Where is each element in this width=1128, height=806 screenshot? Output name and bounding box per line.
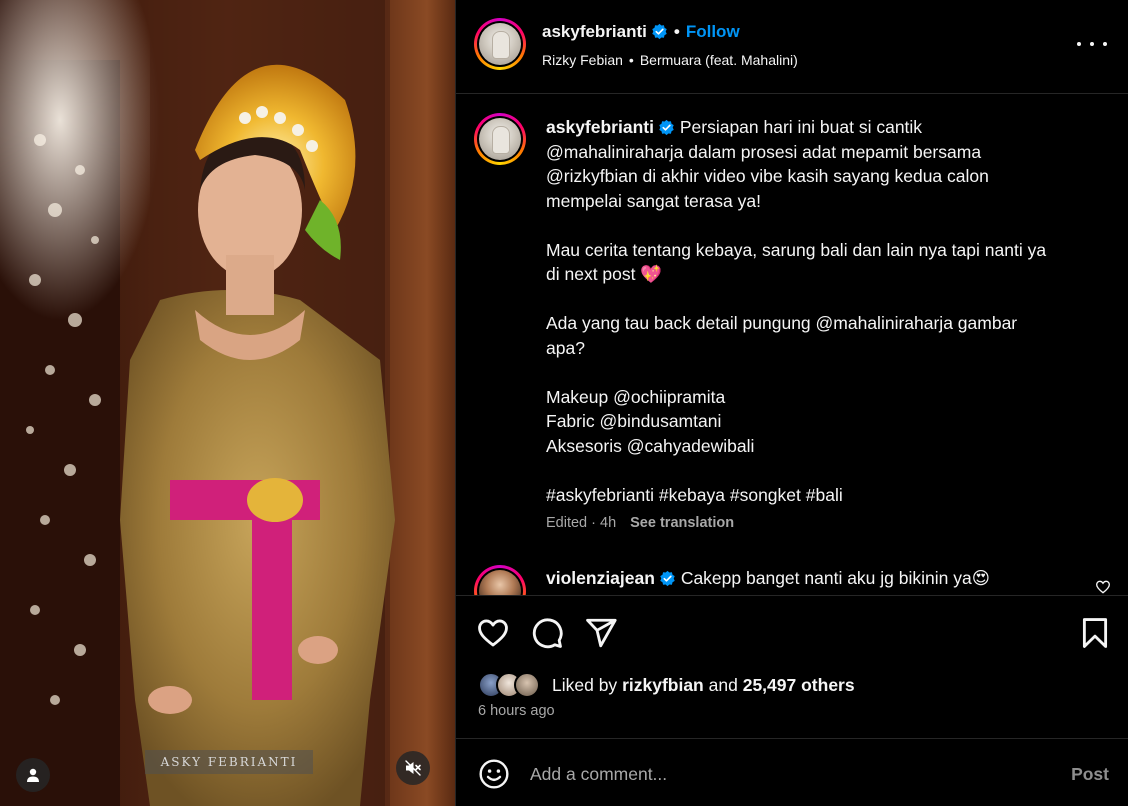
caption-credit-makeup: Makeup @ochiipramita bbox=[546, 386, 726, 407]
post-media[interactable]: ASKY FEBRIANTI bbox=[0, 0, 455, 806]
likes-count[interactable]: 25,497 others bbox=[743, 675, 855, 695]
liked-by-user[interactable]: rizkyfbian bbox=[622, 675, 704, 695]
liked-by-text: Liked by rizkyfbian and 25,497 others bbox=[552, 675, 855, 696]
comment-body: Cakepp banget nanti aku jg bikinin ya😍 bbox=[680, 568, 990, 588]
photo-watermark: ASKY FEBRIANTI bbox=[145, 750, 313, 774]
caption-credit-fabric: Fabric @bindusamtani bbox=[546, 411, 722, 431]
liked-by-and: and bbox=[708, 674, 738, 695]
audio-separator: • bbox=[628, 52, 634, 68]
commenter-username[interactable]: violenziajean bbox=[546, 568, 655, 588]
likes-summary[interactable]: Liked by rizkyfbian and 25,497 others bbox=[478, 670, 855, 700]
caption-author-avatar[interactable] bbox=[474, 113, 526, 165]
post-caption: askyfebrianti Persiapan hari ini buat si… bbox=[546, 115, 1101, 507]
caption-line: Mau cerita tentang kebaya, sarung bali d… bbox=[546, 239, 1047, 260]
comment-item: violenziajean Cakepp banget nanti aku jg… bbox=[456, 563, 1128, 595]
post-actions: Liked by rizkyfbian and 25,497 others 6 … bbox=[456, 595, 1128, 739]
post-time[interactable]: 6 hours ago bbox=[478, 703, 555, 719]
comment-text: violenziajean Cakepp banget nanti aku jg… bbox=[546, 568, 990, 589]
share-icon[interactable] bbox=[584, 616, 618, 650]
caption-line: Persiapan hari ini buat si cantik bbox=[679, 117, 923, 137]
more-options-icon[interactable] bbox=[1077, 32, 1107, 56]
audio-attribution[interactable]: Rizky Febian • Bermuara (feat. Mahalini) bbox=[542, 52, 798, 68]
liked-by-prefix: Liked by bbox=[552, 674, 618, 695]
verified-badge-icon bbox=[659, 119, 674, 136]
follow-button[interactable]: Follow bbox=[686, 22, 740, 41]
caption-line: di next post 💖 bbox=[546, 264, 663, 284]
post-photo bbox=[0, 0, 455, 806]
heart-icon[interactable] bbox=[476, 616, 510, 650]
user-tag-icon bbox=[27, 768, 39, 782]
header-dot-separator: • bbox=[673, 22, 680, 41]
commenter-avatar[interactable] bbox=[474, 565, 526, 595]
caption-hashtags: #askyfebrianti #kebaya #songket #bali bbox=[546, 484, 843, 505]
post-comment-button[interactable]: Post bbox=[1071, 764, 1109, 785]
post-header: askyfebrianti • Follow Rizky Febian • Bermua… bbox=[456, 0, 1128, 94]
bookmark-icon[interactable] bbox=[1078, 616, 1112, 650]
add-comment-bar: Post bbox=[456, 740, 1128, 806]
mute-toggle-button[interactable] bbox=[396, 751, 430, 785]
liker-avatar bbox=[514, 672, 540, 698]
verified-badge-icon bbox=[652, 23, 667, 40]
author-avatar[interactable] bbox=[474, 18, 526, 70]
caption-line: @mahaliniraharja dalam prosesi adat mepa… bbox=[546, 141, 982, 162]
emoji-icon[interactable] bbox=[478, 758, 510, 790]
caption-line: apa? bbox=[546, 337, 585, 358]
tagged-users-button[interactable] bbox=[16, 758, 50, 792]
caption-username[interactable]: askyfebrianti bbox=[546, 117, 654, 137]
verified-badge-icon bbox=[660, 570, 675, 587]
caption-line: mempelai sangat terasa ya! bbox=[546, 190, 761, 211]
add-comment-input[interactable] bbox=[530, 760, 1030, 788]
caption-credit-accessories: Aksesoris @cahyadewibali bbox=[546, 435, 755, 456]
caption-line: @rizkyfbian di akhir video vibe kasih sa… bbox=[546, 166, 989, 186]
caption-line: Ada yang tau back detail pungung @mahali… bbox=[546, 313, 1018, 333]
author-username[interactable]: askyfebrianti bbox=[542, 22, 647, 41]
audio-artist[interactable]: Rizky Febian bbox=[542, 52, 623, 68]
audio-track[interactable]: Bermuara (feat. Mahalini) bbox=[640, 52, 798, 68]
comment-icon[interactable] bbox=[530, 616, 564, 650]
see-translation-link[interactable]: See translation bbox=[630, 515, 734, 531]
caption-meta: Edited · 4h See translation bbox=[546, 515, 734, 531]
author-username-row: askyfebrianti • Follow bbox=[542, 22, 740, 42]
post-details-panel: askyfebrianti • Follow Rizky Febian • Bermua… bbox=[455, 0, 1128, 806]
comments-section[interactable]: askyfebrianti Persiapan hari ini buat si… bbox=[456, 95, 1128, 595]
comment-like-heart-icon[interactable] bbox=[1095, 579, 1111, 595]
edited-timestamp: Edited · 4h bbox=[546, 515, 617, 531]
speaker-muted-icon bbox=[405, 760, 421, 776]
